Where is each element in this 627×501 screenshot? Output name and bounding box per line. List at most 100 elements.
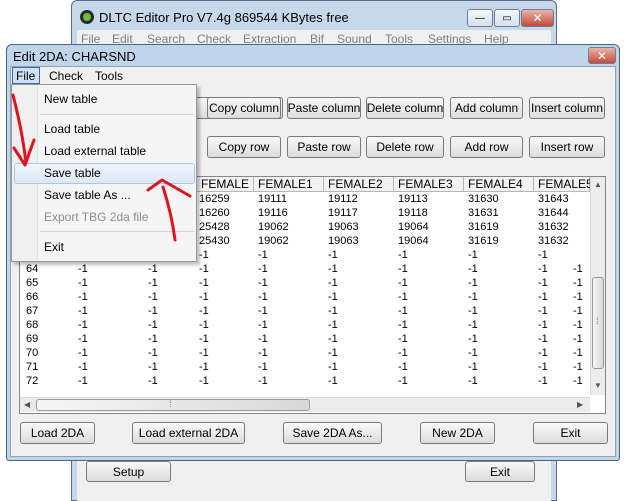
grid-cell[interactable]: 19064 (398, 221, 429, 233)
column-header[interactable]: FEMALE2 (324, 177, 394, 192)
grid-cell[interactable]: -1 (538, 347, 548, 359)
grid-cell[interactable]: -1 (78, 263, 88, 275)
delete-row-button[interactable]: Delete row (366, 136, 444, 158)
grid-cell[interactable]: -1 (148, 277, 158, 289)
grid-cell[interactable]: 31630 (468, 193, 499, 205)
menu-item-new-table[interactable]: New table (44, 92, 97, 106)
grid-cell[interactable]: -1 (148, 319, 158, 331)
grid-cell[interactable]: -1 (573, 347, 583, 359)
grid-cell[interactable]: -1 (258, 263, 268, 275)
grid-cell[interactable]: -1 (573, 361, 583, 373)
grid-cell[interactable]: -1 (328, 263, 338, 275)
vertical-scroll-thumb[interactable]: ⁞ (592, 277, 604, 369)
menu-item-save-table-as[interactable]: Save table As ... (44, 188, 131, 202)
grid-cell[interactable]: -1 (468, 333, 478, 345)
column-header[interactable]: FEMALE3 (394, 177, 464, 192)
grid-cell[interactable]: -1 (78, 291, 88, 303)
grid-cell[interactable]: -1 (538, 249, 548, 261)
grid-cell[interactable]: -1 (328, 333, 338, 345)
grid-cell[interactable]: -1 (328, 319, 338, 331)
menu-item-load-external-table[interactable]: Load external table (44, 144, 146, 158)
grid-cell[interactable]: 19062 (258, 221, 289, 233)
column-header[interactable]: FEMALE4 (464, 177, 534, 192)
grid-cell[interactable]: -1 (573, 291, 583, 303)
scroll-down-icon[interactable]: ▼ (594, 381, 602, 390)
grid-cell[interactable]: -1 (398, 347, 408, 359)
grid-cell[interactable]: -1 (328, 347, 338, 359)
grid-cell[interactable]: -1 (538, 305, 548, 317)
grid-cell[interactable]: -1 (78, 375, 88, 387)
grid-cell[interactable]: -1 (468, 375, 478, 387)
grid-cell[interactable]: 19112 (328, 193, 358, 205)
grid-cell[interactable]: -1 (468, 263, 478, 275)
main-minimize-button[interactable]: — (467, 9, 493, 27)
grid-cell[interactable]: -1 (78, 277, 88, 289)
grid-cell[interactable]: -1 (468, 291, 478, 303)
copy-column-button[interactable]: Copy column (207, 97, 281, 119)
grid-cell[interactable]: -1 (538, 291, 548, 303)
grid-cell[interactable]: 25430 (199, 235, 230, 247)
grid-cell[interactable]: -1 (78, 361, 88, 373)
grid-cell[interactable]: -1 (398, 319, 408, 331)
grid-cell[interactable]: -1 (328, 249, 338, 261)
grid-cell[interactable]: -1 (468, 347, 478, 359)
delete-column-button[interactable]: Delete column (366, 97, 444, 119)
grid-cell[interactable]: 25428 (199, 221, 230, 233)
grid-cell[interactable]: -1 (199, 305, 209, 317)
grid-cell[interactable]: -1 (199, 375, 209, 387)
scroll-up-icon[interactable]: ▲ (594, 180, 602, 189)
column-header[interactable]: FEMALE (197, 177, 254, 192)
grid-cell[interactable]: -1 (328, 361, 338, 373)
grid-cell[interactable]: -1 (148, 361, 158, 373)
grid-cell[interactable]: -1 (148, 305, 158, 317)
grid-cell[interactable]: -1 (199, 291, 209, 303)
grid-cell[interactable]: -1 (199, 277, 209, 289)
grid-cell[interactable]: -1 (398, 249, 408, 261)
grid-cell[interactable]: -1 (328, 277, 338, 289)
grid-cell[interactable]: 31619 (468, 235, 499, 247)
grid-cell[interactable]: -1 (199, 361, 209, 373)
grid-cell[interactable]: -1 (468, 305, 478, 317)
menu-item-load-table[interactable]: Load table (44, 122, 100, 136)
grid-cell[interactable]: -1 (258, 305, 268, 317)
dialog-menu-tools[interactable]: Tools (95, 69, 123, 83)
grid-cell[interactable]: 19064 (398, 235, 429, 247)
grid-cell[interactable]: -1 (258, 291, 268, 303)
grid-cell[interactable]: 16259 (199, 193, 230, 205)
grid-cell[interactable]: -1 (199, 263, 209, 275)
grid-cell[interactable]: -1 (199, 249, 209, 261)
grid-cell[interactable]: 19111 (258, 193, 287, 205)
main-restore-button[interactable]: ▭ (494, 9, 520, 27)
vertical-scrollbar[interactable]: ▲ ⁞ ▼ (590, 177, 605, 395)
grid-cell[interactable]: -1 (398, 361, 408, 373)
grid-cell[interactable]: -1 (538, 333, 548, 345)
new-2da-button[interactable]: New 2DA (420, 422, 495, 444)
grid-cell[interactable]: 19116 (258, 207, 288, 219)
paste-row-button[interactable]: Paste row (287, 136, 361, 158)
dialog-close-button[interactable]: ✕ (588, 47, 616, 64)
grid-cell[interactable]: -1 (468, 249, 478, 261)
dialog-menu-check[interactable]: Check (49, 69, 83, 83)
grid-cell[interactable]: -1 (398, 375, 408, 387)
load-external-2da-button[interactable]: Load external 2DA (132, 422, 245, 444)
column-header[interactable]: FEMALE5 (534, 177, 593, 192)
setup-button[interactable]: Setup (86, 461, 171, 482)
grid-cell[interactable]: -1 (538, 361, 548, 373)
grid-cell[interactable]: -1 (328, 291, 338, 303)
grid-cell[interactable]: -1 (148, 333, 158, 345)
grid-cell[interactable]: 19117 (328, 207, 358, 219)
grid-cell[interactable]: -1 (148, 375, 158, 387)
grid-cell[interactable]: -1 (573, 305, 583, 317)
grid-cell[interactable]: -1 (258, 249, 268, 261)
grid-cell[interactable]: 31631 (468, 207, 499, 219)
insert-row-button[interactable]: Insert row (529, 136, 605, 158)
horizontal-scroll-thumb[interactable]: ⁞ (36, 399, 310, 411)
dialog-menu-file[interactable]: File (16, 69, 35, 83)
grid-cell[interactable]: -1 (468, 277, 478, 289)
paste-column-button[interactable]: Paste column (287, 97, 361, 119)
dialog-exit-button[interactable]: Exit (533, 422, 608, 444)
grid-cell[interactable]: -1 (573, 277, 583, 289)
grid-cell[interactable]: 31632 (538, 235, 569, 247)
grid-cell[interactable]: 19063 (328, 221, 359, 233)
grid-cell[interactable]: -1 (398, 277, 408, 289)
